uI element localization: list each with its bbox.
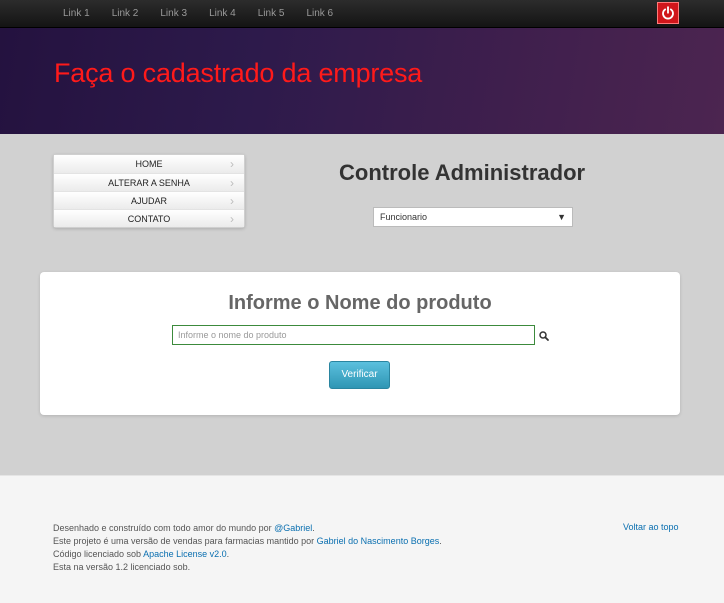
footer-text-segment: . bbox=[439, 536, 442, 546]
menu-item-label: HOME bbox=[135, 159, 163, 169]
power-button[interactable] bbox=[657, 2, 679, 24]
footer-line-3: Código licenciado sob Apache License v2.… bbox=[53, 548, 442, 561]
back-to-top-link[interactable]: Voltar ao topo bbox=[623, 522, 679, 532]
author-link[interactable]: @Gabriel bbox=[274, 523, 312, 533]
top-navbar: Link 1 Link 2 Link 3 Link 4 Link 5 Link … bbox=[0, 0, 724, 28]
footer: Desenhado e construído com todo amor do … bbox=[0, 475, 724, 603]
role-select[interactable]: Funcionario ▼ bbox=[373, 207, 573, 227]
menu-item-alterar-senha[interactable]: ALTERAR A SENHA › bbox=[54, 173, 244, 191]
footer-text-segment: Código licenciado sob bbox=[53, 549, 144, 559]
footer-text-segment: . bbox=[312, 523, 315, 533]
menu-item-label: CONTATO bbox=[127, 214, 171, 224]
hero-title: Faça o cadastrado da empresa bbox=[54, 58, 423, 88]
nav-link-5[interactable]: Link 5 bbox=[247, 0, 296, 28]
chevron-right-icon: › bbox=[230, 157, 234, 171]
search-card: Informe o Nome do produto Verificar bbox=[40, 272, 680, 415]
footer-text: Desenhado e construído com todo amor do … bbox=[53, 522, 442, 574]
nav-link-3[interactable]: Link 3 bbox=[149, 0, 198, 28]
license-link[interactable]: Apache License v2.0 bbox=[143, 549, 227, 559]
footer-line-4: Esta na versão 1.2 licenciado sob. bbox=[53, 562, 191, 572]
nav-link-4[interactable]: Link 4 bbox=[198, 0, 247, 28]
chevron-right-icon: › bbox=[230, 212, 234, 226]
chevron-right-icon: › bbox=[230, 194, 234, 208]
power-icon bbox=[662, 6, 674, 20]
footer-line-2: Este projeto é uma versão de vendas para… bbox=[53, 535, 442, 548]
footer-line-1: Desenhado e construído com todo amor do … bbox=[53, 522, 442, 535]
menu-item-ajudar[interactable]: AJUDAR › bbox=[54, 191, 244, 209]
menu-item-label: AJUDAR bbox=[130, 196, 167, 206]
admin-title: Controle Administrador bbox=[339, 160, 586, 185]
nav-links: Link 1 Link 2 Link 3 Link 4 Link 5 Link … bbox=[52, 0, 344, 28]
nav-link-6[interactable]: Link 6 bbox=[295, 0, 344, 28]
dropdown-arrow-icon: ▼ bbox=[557, 212, 566, 222]
menu-item-contato[interactable]: CONTATO › bbox=[54, 209, 244, 227]
search-icon[interactable] bbox=[538, 330, 550, 342]
verify-button[interactable]: Verificar bbox=[329, 361, 390, 389]
footer-text-segment: Este projeto é uma versão de vendas para… bbox=[53, 536, 317, 546]
hero-banner: Faça o cadastrado da empresa bbox=[0, 28, 724, 134]
side-menu: HOME › ALTERAR A SENHA › AJUDAR › CONTAT… bbox=[53, 154, 245, 228]
footer-text-segment: Desenhado e construído com todo amor do … bbox=[53, 523, 275, 533]
chevron-right-icon: › bbox=[230, 176, 234, 190]
footer-text-segment: . bbox=[226, 549, 230, 559]
menu-item-label: ALTERAR A SENHA bbox=[108, 178, 190, 188]
nav-link-2[interactable]: Link 2 bbox=[101, 0, 150, 28]
search-heading: Informe o Nome do produto bbox=[228, 292, 492, 314]
role-select-value: Funcionario bbox=[380, 212, 428, 222]
main-area: HOME › ALTERAR A SENHA › AJUDAR › CONTAT… bbox=[0, 134, 724, 475]
product-name-input[interactable] bbox=[172, 325, 535, 345]
maintainer-link[interactable]: Gabriel do Nascimento Borges bbox=[317, 536, 440, 546]
nav-link-1[interactable]: Link 1 bbox=[52, 0, 101, 28]
menu-item-home[interactable]: HOME › bbox=[54, 155, 244, 173]
